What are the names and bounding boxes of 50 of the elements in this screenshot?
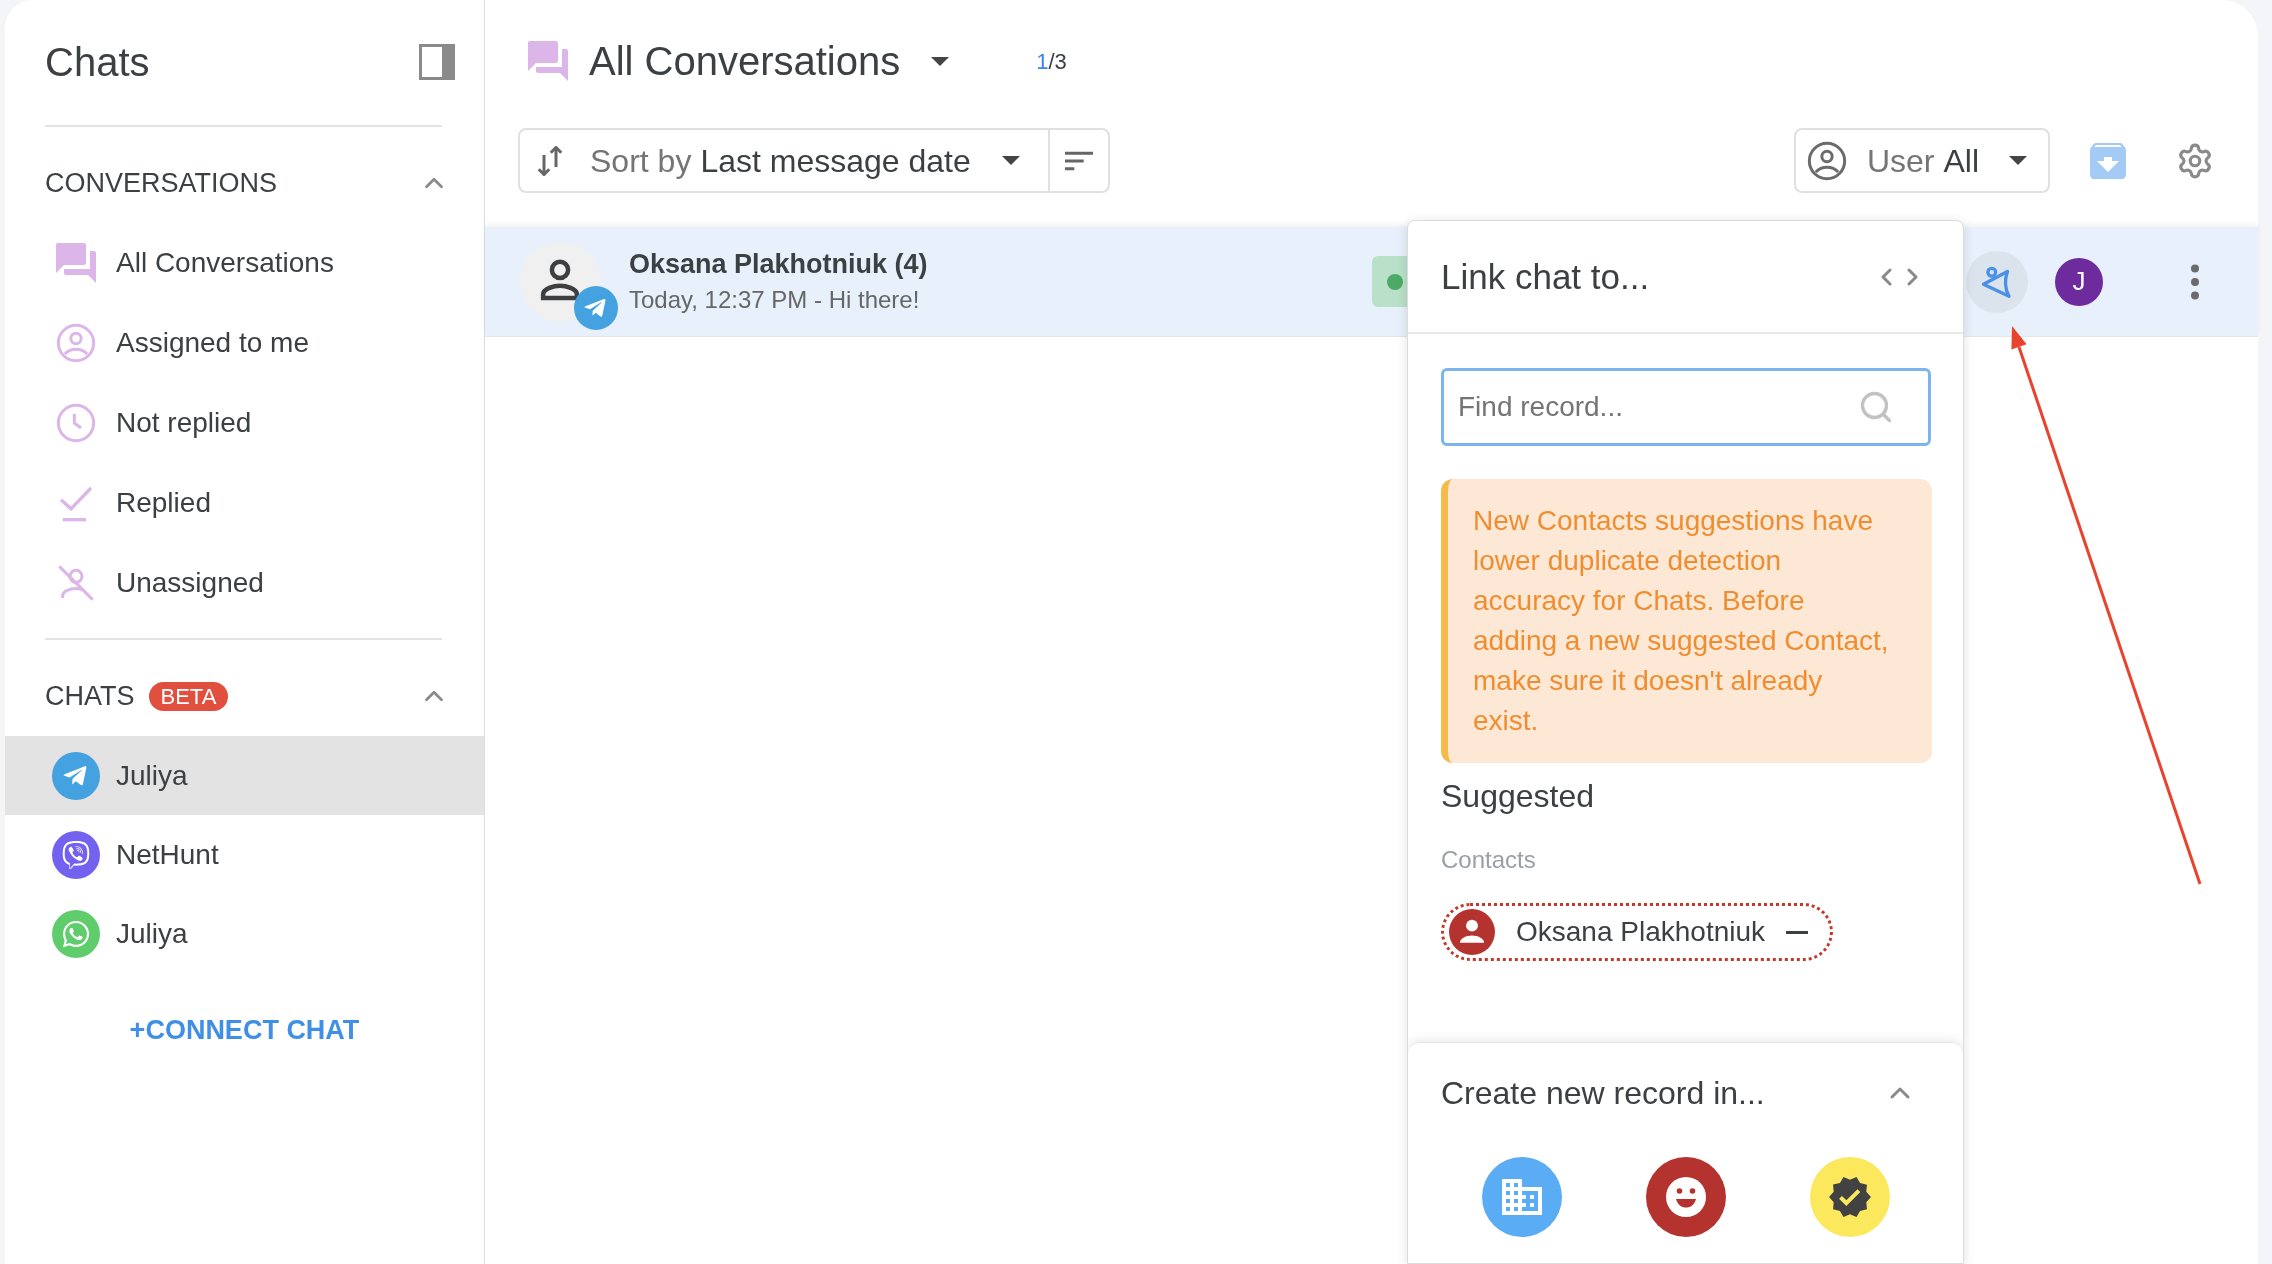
sidebar-title: Chats	[45, 39, 150, 86]
filter-item[interactable]: Assigned to me	[116, 322, 309, 364]
beta-tag: BETA	[148, 681, 229, 711]
paper-plane-icon	[52, 751, 100, 800]
chat-channel-item[interactable]: Juliya	[5, 736, 484, 815]
section-heading: CHATS	[45, 679, 135, 713]
page-counter: 1/3	[1036, 47, 1067, 76]
group-label: Contacts	[1441, 845, 1536, 875]
chat-bubbles-icon	[56, 243, 96, 283]
filter-item[interactable]: Unassigned	[116, 562, 264, 604]
chat-bubbles-icon	[528, 41, 568, 81]
contact-chip[interactable]: Oksana Plakhotniuk	[1441, 903, 1834, 961]
left-right-chevrons-icon[interactable]	[1881, 267, 1918, 286]
sort-dropdown[interactable]: Sort by Last message date	[520, 130, 1048, 191]
suggested-heading: Suggested	[1441, 777, 1594, 816]
search-icon[interactable]	[1858, 389, 1894, 425]
filter-item[interactable]: Not replied	[116, 402, 252, 444]
clock-icon	[56, 403, 96, 443]
status-dot-icon	[1387, 273, 1403, 290]
crossed-person-icon	[56, 563, 96, 603]
user-filter-dropdown[interactable]: User All	[1793, 128, 2050, 193]
message-preview: Today, 12:37 PM - Hi there!	[629, 285, 921, 315]
user-circle-icon	[1806, 140, 1847, 181]
more-options-icon[interactable]	[2190, 263, 2200, 300]
dropdown-caret-icon	[931, 56, 950, 66]
person-avatar-icon	[1449, 909, 1495, 955]
user-circle-icon	[56, 323, 96, 363]
channel-name: NetHunt	[116, 837, 219, 872]
phone-chat-bubble-icon	[52, 830, 100, 879]
minus-icon[interactable]	[1786, 930, 1809, 934]
section-heading: CONVERSATIONS	[45, 166, 278, 200]
dropdown-caret-icon	[2009, 156, 2027, 165]
dropdown-caret-icon	[1001, 156, 1020, 165]
search-field[interactable]: Find record...	[1441, 368, 1931, 446]
popup-title: Link chat to...	[1441, 255, 1650, 298]
paper-plane-icon	[574, 285, 618, 330]
create-record-heading: Create new record in...	[1441, 1074, 1765, 1113]
sort-lines-icon[interactable]	[1064, 150, 1093, 171]
contact-name: Oksana Plakhotniuk (4)	[629, 248, 928, 280]
filter-item[interactable]: Replied	[116, 482, 211, 524]
panel-toggle-icon[interactable]	[419, 44, 455, 80]
filter-item[interactable]: All Conversations	[116, 242, 334, 284]
channel-name: Juliya	[116, 758, 188, 793]
phone-chat-bubble-icon	[52, 909, 100, 958]
view-dropdown[interactable]: All Conversations	[589, 37, 950, 85]
sort-arrows-icon	[536, 145, 564, 176]
channel-name: Juliya	[116, 916, 188, 951]
settings-icon[interactable]	[2176, 141, 2214, 180]
assignee-avatar: J	[2055, 257, 2103, 306]
notice-message: New Contacts suggestions have lower duplicate detection accuracy for Chats. Before adding a new suggested Contact, make sure it doesn't already exist.	[1441, 479, 1932, 763]
